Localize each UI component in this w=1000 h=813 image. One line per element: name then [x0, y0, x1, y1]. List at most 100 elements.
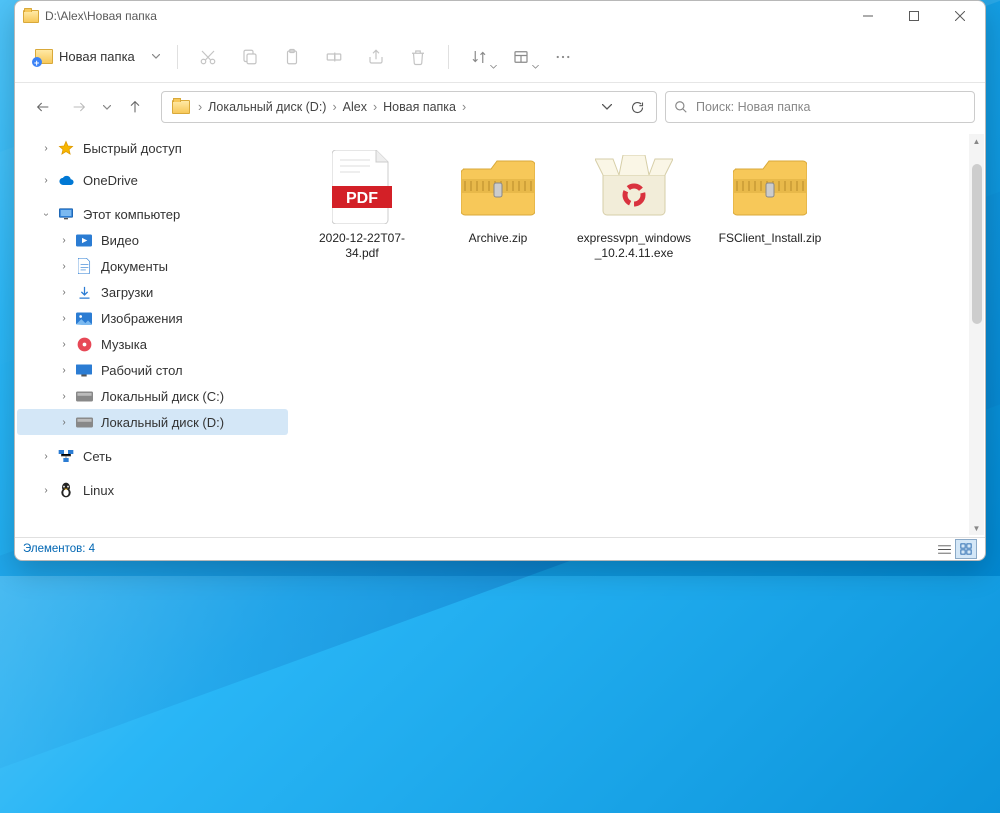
chevron-right-icon: ›	[57, 391, 71, 402]
chevron-right-icon: ›	[39, 175, 53, 186]
refresh-button[interactable]	[622, 92, 652, 122]
scroll-up-icon[interactable]: ▲	[969, 134, 984, 148]
file-item[interactable]: FSClient_Install.zip	[706, 143, 834, 273]
scroll-down-icon[interactable]: ▼	[969, 521, 984, 535]
chevron-right-icon: ›	[57, 235, 71, 246]
titlebar: D:\Alex\Новая папка	[15, 1, 985, 31]
sidebar-item-pictures[interactable]: › Изображения	[17, 305, 288, 331]
close-button[interactable]	[937, 1, 983, 31]
breadcrumb-dropdown[interactable]	[592, 92, 622, 122]
file-name: FSClient_Install.zip	[719, 231, 822, 246]
monitor-icon	[57, 206, 75, 222]
scrollbar-thumb[interactable]	[972, 164, 982, 324]
status-text: Элементов: 4	[23, 543, 95, 555]
more-button[interactable]	[543, 39, 583, 75]
network-icon	[57, 448, 75, 464]
chevron-right-icon: ›	[371, 100, 379, 114]
breadcrumb-item[interactable]: Новая папка	[379, 92, 460, 122]
new-folder-button[interactable]: Новая папка	[27, 43, 143, 70]
sidebar-item-label: Рабочий стол	[101, 363, 183, 378]
file-name: Archive.zip	[469, 231, 528, 246]
drive-icon	[75, 388, 93, 404]
zip-icon	[458, 147, 538, 227]
sidebar-this-pc[interactable]: › Этот компьютер	[17, 201, 288, 227]
music-icon	[75, 336, 93, 352]
sidebar-item-drive-d[interactable]: › Локальный диск (D:)	[17, 409, 288, 435]
sidebar-item-documents[interactable]: › Документы	[17, 253, 288, 279]
chevron-right-icon: ›	[39, 451, 53, 462]
new-folder-label: Новая папка	[59, 49, 135, 64]
view-button[interactable]	[501, 39, 541, 75]
icons-view-button[interactable]	[955, 539, 977, 559]
download-icon	[75, 284, 93, 300]
breadcrumb-item[interactable]: Alex	[339, 92, 371, 122]
file-name: 2020-12-22T07-34.pdf	[304, 231, 420, 261]
chevron-right-icon: ›	[39, 485, 53, 496]
new-dropdown[interactable]	[145, 42, 167, 72]
file-item[interactable]: expressvpn_windows_10.2.4.11.exe	[570, 143, 698, 273]
address-bar: › Локальный диск (D:) › Alex › Новая пап…	[15, 83, 985, 131]
sidebar-item-label: Локальный диск (C:)	[101, 389, 224, 404]
installer-icon	[594, 147, 674, 227]
recent-locations-button[interactable]	[97, 89, 117, 125]
chevron-right-icon: ›	[39, 143, 53, 154]
penguin-icon	[57, 482, 75, 498]
zip-icon	[730, 147, 810, 227]
chevron-down-icon: ›	[41, 207, 52, 221]
sidebar-item-label: Изображения	[101, 311, 183, 326]
sidebar-item-desktop[interactable]: › Рабочий стол	[17, 357, 288, 383]
paste-button[interactable]	[272, 39, 312, 75]
forward-button[interactable]	[61, 89, 97, 125]
search-icon	[674, 100, 688, 114]
share-button[interactable]	[356, 39, 396, 75]
sidebar-item-videos[interactable]: › Видео	[17, 227, 288, 253]
sidebar-linux[interactable]: › Linux	[17, 477, 288, 503]
chevron-right-icon: ›	[57, 313, 71, 324]
pictures-icon	[75, 310, 93, 326]
sidebar-quick-access[interactable]: › Быстрый доступ	[17, 135, 288, 161]
sidebar-item-label: Музыка	[101, 337, 147, 352]
sidebar-item-downloads[interactable]: › Загрузки	[17, 279, 288, 305]
minimize-button[interactable]	[845, 1, 891, 31]
delete-button[interactable]	[398, 39, 438, 75]
chevron-right-icon: ›	[330, 100, 338, 114]
statusbar: Элементов: 4	[15, 537, 985, 560]
sort-button[interactable]	[459, 39, 499, 75]
sidebar-item-label: Сеть	[83, 449, 112, 464]
toolbar: Новая папка	[15, 31, 985, 83]
rename-button[interactable]	[314, 39, 354, 75]
svg-text:PDF: PDF	[346, 190, 378, 207]
sidebar-item-label: Этот компьютер	[83, 207, 180, 222]
maximize-button[interactable]	[891, 1, 937, 31]
sidebar-item-music[interactable]: › Музыка	[17, 331, 288, 357]
sidebar-item-label: Документы	[101, 259, 168, 274]
file-list[interactable]: PDF 2020-12-22T07-34.pdf	[290, 131, 985, 537]
sidebar-item-drive-c[interactable]: › Локальный диск (C:)	[17, 383, 288, 409]
star-icon	[57, 140, 75, 156]
back-button[interactable]	[25, 89, 61, 125]
copy-button[interactable]	[230, 39, 270, 75]
app-icon	[23, 10, 39, 23]
search-input[interactable]: Поиск: Новая папка	[665, 91, 975, 123]
details-view-button[interactable]	[933, 539, 955, 559]
window-title: D:\Alex\Новая папка	[45, 9, 157, 23]
sidebar-network[interactable]: › Сеть	[17, 443, 288, 469]
sidebar-item-label: Быстрый доступ	[83, 141, 182, 156]
breadcrumb[interactable]: › Локальный диск (D:) › Alex › Новая пап…	[161, 91, 657, 123]
new-folder-icon	[35, 49, 53, 64]
scrollbar[interactable]: ▲ ▼	[969, 134, 984, 535]
cloud-icon	[57, 172, 75, 188]
sidebar-onedrive[interactable]: › OneDrive	[17, 167, 288, 193]
chevron-right-icon: ›	[57, 417, 71, 428]
file-item[interactable]: PDF 2020-12-22T07-34.pdf	[298, 143, 426, 273]
sidebar: › Быстрый доступ › OneDrive › Этот компь…	[15, 131, 290, 537]
cut-button[interactable]	[188, 39, 228, 75]
chevron-right-icon: ›	[57, 339, 71, 350]
video-icon	[75, 232, 93, 248]
file-item[interactable]: Archive.zip	[434, 143, 562, 273]
breadcrumb-item[interactable]: Локальный диск (D:)	[204, 92, 330, 122]
sidebar-item-label: Загрузки	[101, 285, 153, 300]
chevron-right-icon: ›	[57, 287, 71, 298]
up-button[interactable]	[117, 89, 153, 125]
breadcrumb-folder-icon	[172, 100, 190, 114]
